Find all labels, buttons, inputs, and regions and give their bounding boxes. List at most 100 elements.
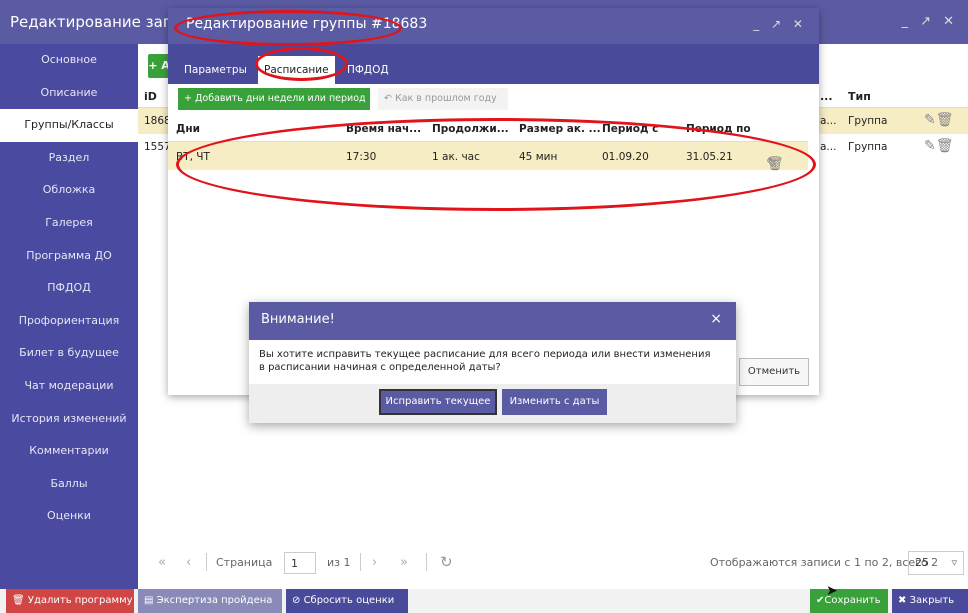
refresh-icon[interactable]: ↻ [440, 553, 453, 571]
tab-pfdod[interactable]: ПФДОД [341, 56, 395, 84]
sidebar-item-pfdod[interactable]: ПФДОД [0, 272, 138, 305]
trash-icon[interactable]: 🗑 [936, 112, 954, 128]
inner-window-title: Редактирование группы #18683 [186, 16, 428, 32]
tab-bar: Параметры Расписание ПФДОД [168, 44, 819, 84]
save-button[interactable]: ✔Сохранить [810, 589, 888, 613]
expertise-label: Экспертиза пройдена [156, 595, 273, 606]
add-days-button[interactable]: + Добавить дни недели или период [178, 88, 370, 110]
pager-divider [426, 553, 427, 571]
inner-window-controls[interactable]: _ ↗ ✕ [753, 17, 807, 31]
page-number-input[interactable] [284, 552, 316, 574]
close-label: Закрыть [909, 595, 955, 606]
column-header-start-time: Время нач... [346, 123, 422, 135]
chevron-down-icon: ▿ [951, 556, 957, 569]
tab-parameters[interactable]: Параметры [178, 56, 253, 84]
mouse-cursor-icon: ➤ [826, 583, 838, 599]
cell-truncated: а... [820, 115, 837, 127]
last-page-icon[interactable]: » [400, 555, 408, 570]
sidebar-item-groups[interactable]: Группы/Классы [0, 109, 138, 142]
column-header-period-to: Период по [686, 123, 751, 135]
copy-last-year-button[interactable]: ↶ Как в прошлом году [378, 88, 508, 110]
change-from-date-button[interactable]: Изменить с даты [502, 389, 607, 415]
cell-period-from: 01.09.20 [602, 151, 649, 163]
fix-current-button[interactable]: Исправить текущее [379, 389, 497, 415]
cell-id: 1868 [144, 115, 171, 127]
expertise-passed-button[interactable]: ▤ Экспертиза пройдена [138, 589, 282, 613]
cell-truncated: а... [820, 141, 837, 153]
column-header-lesson-size: Размер ак. ... [519, 123, 601, 135]
row-actions: ✎🗑 [924, 138, 954, 154]
reset-ratings-label: Сбросить оценки [303, 595, 395, 606]
pencil-icon[interactable]: ✎ [924, 138, 936, 154]
row-actions: ✎🗑 [924, 112, 954, 128]
sidebar-item-description[interactable]: Описание [0, 77, 138, 110]
cell-duration: 1 ак. час [432, 151, 480, 163]
sidebar-item-gallery[interactable]: Галерея [0, 207, 138, 240]
doc-icon: ▤ [144, 595, 157, 606]
column-header-duration: Продолжи... [432, 123, 509, 135]
cell-id: 1557 [144, 141, 171, 153]
add-group-button[interactable]: + А [148, 54, 170, 78]
dialog-footer: Исправить текущее Изменить с даты [249, 384, 736, 423]
schedule-table-header: Дни Время нач... Продолжи... Размер ак. … [168, 114, 808, 142]
pencil-icon[interactable]: ✎ [924, 112, 936, 128]
column-header-days: Дни [176, 123, 200, 135]
records-info: Отображаются записи с 1 по 2, всего 2 [710, 556, 939, 569]
cell-type: Группа [848, 115, 888, 127]
next-page-icon[interactable]: › [372, 555, 377, 570]
cell-type: Группа [848, 141, 888, 153]
page-size-select[interactable]: 25 ▿ [908, 551, 964, 575]
column-header-id: iD [144, 90, 157, 103]
sidebar-item-comments[interactable]: Комментарии [0, 435, 138, 468]
bottom-action-bar: 🗑 Удалить программу ▤ Экспертиза пройден… [0, 589, 968, 613]
outer-window-controls[interactable]: _ ↗ ✕ [901, 14, 958, 29]
table-row[interactable]: ВТ, ЧТ 17:30 1 ак. час 45 мин 01.09.20 3… [168, 142, 808, 172]
sidebar-item-cover[interactable]: Обложка [0, 174, 138, 207]
sidebar-item-history[interactable]: История изменений [0, 403, 138, 436]
undo-icon: ↶ [384, 93, 395, 104]
pagination-bar: « ‹ Страница из 1 › » ↻ Отображаются зап… [138, 549, 968, 577]
reset-ratings-button[interactable]: ⊘ Сбросить оценки [286, 589, 408, 613]
first-page-icon[interactable]: « [158, 555, 166, 570]
cell-days: ВТ, ЧТ [176, 151, 210, 163]
sidebar-item-career[interactable]: Профориентация [0, 305, 138, 338]
schedule-toolbar: + Добавить дни недели или период ↶ Как в… [168, 84, 819, 114]
cancel-button[interactable]: Отменить [739, 358, 809, 386]
page-size-value: 25 [915, 556, 929, 569]
copy-last-year-label: Как в прошлом году [394, 93, 497, 104]
delete-program-button[interactable]: 🗑 Удалить программу [6, 589, 134, 613]
column-header-type: Тип [848, 90, 871, 103]
trash-icon[interactable]: 🗑 [936, 138, 954, 154]
sidebar: Основное Описание Группы/Классы Раздел О… [0, 44, 138, 589]
page-label: Страница [216, 556, 273, 569]
column-header-period-from: Период с [602, 123, 659, 135]
cell-period-to: 31.05.21 [686, 151, 733, 163]
cell-start-time: 17:30 [346, 151, 377, 163]
tab-schedule[interactable]: Расписание [258, 56, 335, 84]
prev-page-icon[interactable]: ‹ [186, 555, 191, 570]
dialog-title: Внимание! [261, 312, 335, 327]
sidebar-item-program[interactable]: Программа ДО [0, 240, 138, 273]
pager-divider [360, 553, 361, 571]
close-icon[interactable]: × [710, 311, 722, 327]
trash-icon[interactable]: 🗑 [766, 156, 784, 172]
sidebar-item-ticket[interactable]: Билет в будущее [0, 337, 138, 370]
close-icon: ✖ [898, 595, 910, 606]
pager-divider [206, 553, 207, 571]
trash-icon: 🗑 [12, 595, 28, 606]
ban-icon: ⊘ [292, 595, 304, 606]
page-count: из 1 [327, 556, 351, 569]
close-button[interactable]: ✖ Закрыть [892, 589, 968, 613]
sidebar-item-points[interactable]: Баллы [0, 468, 138, 501]
column-header-truncated: ... [820, 90, 833, 103]
inner-titlebar: Редактирование группы #18683 _ ↗ ✕ [168, 8, 819, 44]
sidebar-item-section[interactable]: Раздел [0, 142, 138, 175]
dialog-message: Вы хотите исправить текущее расписание д… [259, 349, 711, 373]
sidebar-item-main[interactable]: Основное [0, 44, 138, 77]
sidebar-item-ratings[interactable]: Оценки [0, 500, 138, 533]
sidebar-item-chat[interactable]: Чат модерации [0, 370, 138, 403]
delete-program-label: Удалить программу [27, 595, 133, 606]
confirm-dialog: Внимание! × Вы хотите исправить текущее … [249, 302, 736, 423]
dialog-header: Внимание! × [249, 302, 736, 340]
cell-lesson-size: 45 мин [519, 151, 558, 163]
